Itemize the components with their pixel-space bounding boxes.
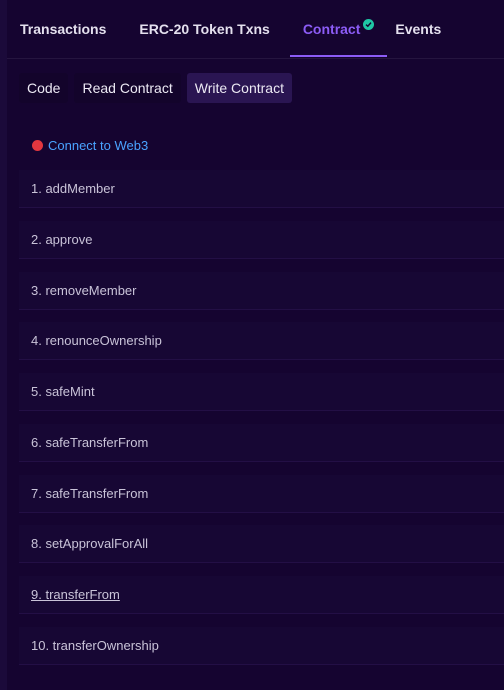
connect-web3-link[interactable]: Connect to Web3 xyxy=(32,138,148,153)
subtab-read-contract[interactable]: Read Contract xyxy=(74,73,181,103)
function-row-safemint[interactable]: 5. safeMint xyxy=(19,373,504,411)
disconnected-status-icon xyxy=(32,140,43,151)
subtab-write-contract[interactable]: Write Contract xyxy=(186,73,292,103)
function-row-safetransferfrom-1[interactable]: 6. safeTransferFrom xyxy=(19,423,504,462)
function-label: 3. removeMember xyxy=(31,282,137,298)
function-label: 1. addMember xyxy=(31,181,115,196)
tab-label: Transactions xyxy=(20,21,107,37)
function-row-removemember[interactable]: 3. removeMember xyxy=(19,271,504,310)
subtab-code[interactable]: Code xyxy=(19,73,69,103)
function-label: 4. renounceOwnership xyxy=(31,333,162,349)
verified-check-icon xyxy=(363,18,375,30)
function-label: 6. safeTransferFrom xyxy=(31,434,149,450)
tab-bar: Transactions ERC-20 Token Txns Contract … xyxy=(7,0,504,59)
function-row-transferownership[interactable]: 10. transferOwnership xyxy=(19,626,504,665)
panel-edge xyxy=(0,0,7,690)
tab-label: ERC-20 Token Txns xyxy=(139,21,270,37)
subtab-label: Read Contract xyxy=(82,80,173,96)
subtab-label: Code xyxy=(27,80,61,96)
function-row-transferfrom[interactable]: 9. transferFrom xyxy=(19,576,504,614)
function-row-setapprovalforall[interactable]: 8. setApprovalForAll xyxy=(19,525,504,564)
tab-erc20-token-txns[interactable]: ERC-20 Token Txns xyxy=(119,0,289,58)
write-function-list: 1. addMember 2. approve 3. removeMember … xyxy=(19,170,504,678)
function-row-safetransferfrom-2[interactable]: 7. safeTransferFrom xyxy=(19,474,504,513)
tab-transactions[interactable]: Transactions xyxy=(7,0,119,58)
function-label: 7. safeTransferFrom xyxy=(31,485,149,501)
function-row-approve[interactable]: 2. approve xyxy=(19,220,504,259)
tab-events[interactable]: Events xyxy=(387,0,449,58)
function-label: 10. transferOwnership xyxy=(31,637,159,653)
connect-label: Connect to Web3 xyxy=(48,138,149,153)
function-label: 2. approve xyxy=(31,231,93,247)
function-row-addmember[interactable]: 1. addMember xyxy=(19,170,504,208)
function-label: 8. setApprovalForAll xyxy=(31,536,149,552)
tab-contract[interactable]: Contract xyxy=(289,0,388,58)
contract-subtabs: Code Read Contract Write Contract xyxy=(19,73,292,103)
function-label: 5. safeMint xyxy=(31,384,95,399)
tab-label: Contract xyxy=(302,21,361,37)
contract-panel: Transactions ERC-20 Token Txns Contract … xyxy=(0,0,504,690)
function-label: 9. transferFrom xyxy=(31,587,120,602)
function-row-renounceownership[interactable]: 4. renounceOwnership xyxy=(19,322,504,361)
subtab-label: Write Contract xyxy=(194,80,284,96)
tab-label: Events xyxy=(395,21,442,37)
